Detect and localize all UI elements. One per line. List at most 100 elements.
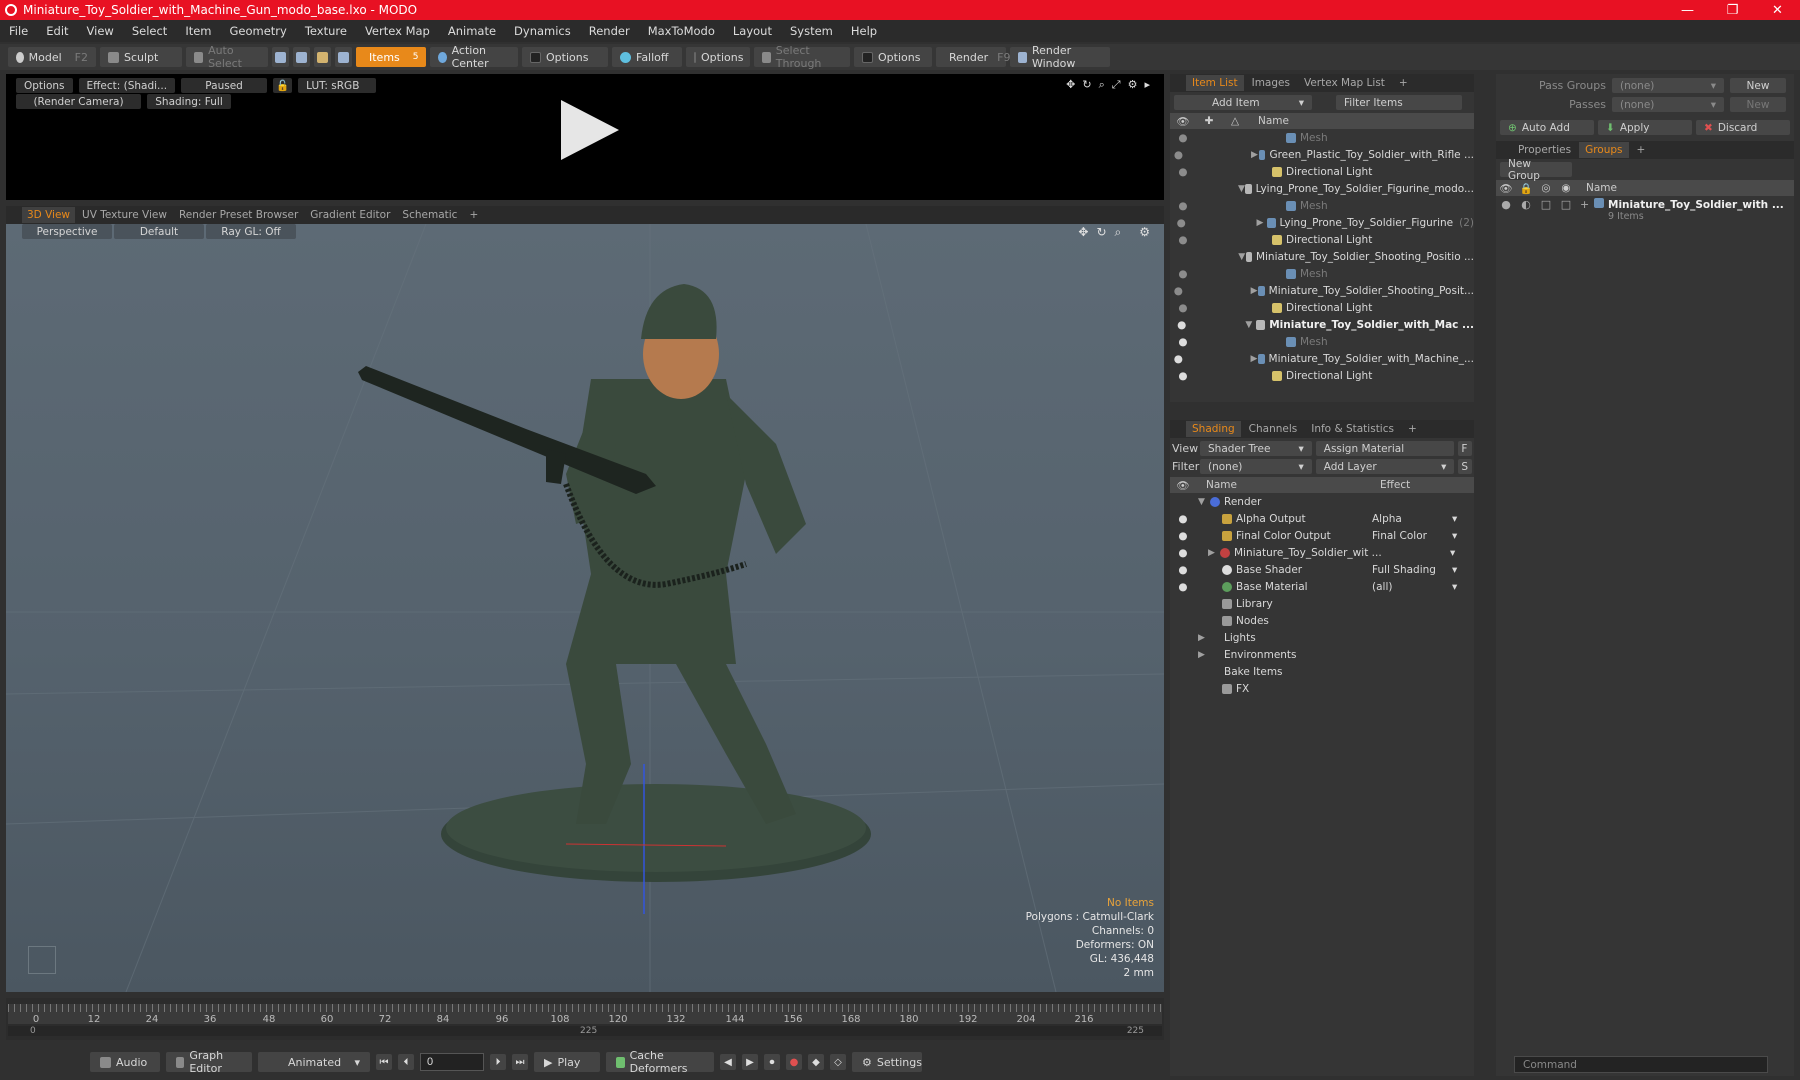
rotate-icon[interactable]: ↻ <box>1082 78 1091 92</box>
tab-shading[interactable]: Shading <box>1186 421 1241 437</box>
tab-uv-texture-view[interactable]: UV Texture View <box>77 207 172 223</box>
assign-material-button[interactable]: Assign Material <box>1315 441 1455 456</box>
timeline-ruler[interactable]: 0 12 24 36 48 60 72 84 96 108 120 132 14… <box>8 1004 1162 1025</box>
list-item[interactable]: ● ▶ Green_Plastic_Toy_Soldier_with_Rifle .… <box>1170 146 1474 163</box>
select-polygons-button[interactable] <box>314 47 331 67</box>
filter-dropdown[interactable]: (none) ▾ <box>1200 459 1312 474</box>
collapse-arrow-icon[interactable]: ▼ <box>1198 497 1210 507</box>
chevron-down-icon[interactable]: ▾ <box>1452 564 1457 576</box>
tab-channels[interactable]: Channels <box>1243 421 1304 437</box>
play-icon[interactable] <box>561 100 619 160</box>
menu-edit[interactable]: Edit <box>37 24 77 38</box>
shader-row[interactable]: ● ▶ Miniature_Toy_Soldier_wit ... ▾ <box>1170 544 1474 561</box>
auto-add-button[interactable]: ⊕ Auto Add <box>1500 120 1594 135</box>
menu-system[interactable]: System <box>781 24 842 38</box>
shader-row[interactable]: ● Final Color Output Final Color ▾ <box>1170 527 1474 544</box>
select-vertices-button[interactable] <box>272 47 289 67</box>
eye-icon[interactable]: ● <box>1170 200 1196 212</box>
lock-toggle-icon[interactable]: ◐ <box>1516 198 1536 211</box>
eye-icon[interactable]: ● <box>1170 564 1196 576</box>
cache-deformers-button[interactable]: Cache Deformers <box>606 1049 714 1075</box>
gear-icon[interactable]: ⚙ <box>1139 225 1150 240</box>
expand-arrow-icon[interactable]: ▶ <box>1208 548 1220 558</box>
render-button[interactable]: Render F9 <box>936 47 1011 67</box>
key-next-icon[interactable]: ▶ <box>742 1054 758 1070</box>
rotate-icon[interactable]: ↻ <box>1096 225 1106 240</box>
shader-row[interactable]: FX <box>1170 680 1474 697</box>
collapse-arrow-icon[interactable]: ▼ <box>1238 184 1245 194</box>
select-toggle-icon[interactable]: □ <box>1556 198 1576 211</box>
items-button[interactable]: Items 5 <box>356 47 426 67</box>
menu-animate[interactable]: Animate <box>439 24 505 38</box>
minimize-icon[interactable]: — <box>1665 3 1710 18</box>
new-group-button[interactable]: New Group <box>1500 158 1572 182</box>
shader-row[interactable]: Library <box>1170 595 1474 612</box>
go-to-start-icon[interactable]: ⏮ <box>376 1054 392 1070</box>
menu-select[interactable]: Select <box>123 24 176 38</box>
tab-add[interactable]: + <box>1393 75 1414 91</box>
expand-plus-icon[interactable]: + <box>1580 198 1594 211</box>
eye-icon[interactable]: ● <box>1170 268 1196 280</box>
add-layer-dropdown[interactable]: Add Layer ▾ <box>1315 459 1455 474</box>
list-item[interactable]: ● Mesh <box>1170 333 1474 350</box>
eye-icon[interactable]: ● <box>1170 353 1187 365</box>
tab-item-list[interactable]: Item List <box>1186 75 1244 91</box>
menu-file[interactable]: File <box>0 24 37 38</box>
list-item[interactable]: ● ▶ Miniature_Toy_Soldier_Shooting_Posit..… <box>1170 282 1474 299</box>
move-icon[interactable]: ✥ <box>1066 78 1075 92</box>
eye-icon[interactable]: ● <box>1170 547 1196 559</box>
menu-vertex-map[interactable]: Vertex Map <box>356 24 439 38</box>
perspective-dropdown[interactable]: Perspective <box>22 224 112 239</box>
view-dropdown[interactable]: Shader Tree ▾ <box>1200 441 1312 456</box>
expand-arrow-icon[interactable]: ▶ <box>1198 633 1210 643</box>
close-icon[interactable]: ✕ <box>1755 3 1800 18</box>
list-item[interactable]: ● Directional Light <box>1170 163 1474 180</box>
frame-input[interactable] <box>420 1053 484 1071</box>
record-icon[interactable]: ⏺ <box>764 1054 780 1070</box>
timeline[interactable]: 0 12 24 36 48 60 72 84 96 108 120 132 14… <box>6 998 1164 1040</box>
menu-render[interactable]: Render <box>580 24 639 38</box>
select-materials-button[interactable] <box>335 47 352 67</box>
tab-add[interactable]: + <box>464 207 483 223</box>
zoom-icon[interactable]: ⌕ <box>1099 78 1105 92</box>
expand-arrow-icon[interactable]: ▶ <box>1251 286 1259 296</box>
list-item[interactable]: ▼ Miniature_Toy_Soldier_Shooting_Positio … <box>1170 248 1474 265</box>
tab-info-statistics[interactable]: Info & Statistics <box>1305 421 1400 437</box>
key-add-icon[interactable]: ◆ <box>808 1054 824 1070</box>
falloff-button[interactable]: Falloff <box>612 47 682 67</box>
3d-viewport[interactable]: Perspective Default Ray GL: Off ✥ ↻ ⌕ ⚙ … <box>6 224 1164 992</box>
apply-button[interactable]: ⬇ Apply <box>1598 120 1692 135</box>
chevron-down-icon[interactable]: ▾ <box>1452 513 1457 525</box>
list-item[interactable]: ● Mesh <box>1170 197 1474 214</box>
timeline-range-bar[interactable]: 0 225 225 <box>8 1026 1162 1036</box>
collapse-arrow-icon[interactable]: ▼ <box>1245 320 1256 330</box>
eye-icon[interactable]: ● <box>1170 302 1196 314</box>
eye-icon[interactable]: ● <box>1170 166 1196 178</box>
shader-row[interactable]: ▶ Environments <box>1170 646 1474 663</box>
expand-arrow-icon[interactable]: ▶ <box>1251 354 1259 364</box>
select-through-button[interactable]: Select Through <box>754 44 850 70</box>
list-item[interactable]: ● Directional Light <box>1170 231 1474 248</box>
list-item[interactable]: ● ▶ Miniature_Toy_Soldier_with_Machine_... <box>1170 350 1474 367</box>
tab-images[interactable]: Images <box>1246 75 1296 91</box>
render-toggle-icon[interactable]: □ <box>1536 198 1556 211</box>
tab-3d-view[interactable]: 3D View <box>22 207 76 223</box>
preview-lock-icon[interactable]: 🔓 <box>273 78 293 93</box>
shader-row[interactable]: ● Alpha Output Alpha ▾ <box>1170 510 1474 527</box>
list-item[interactable]: ▼ Lying_Prone_Toy_Soldier_Figurine_modo..… <box>1170 180 1474 197</box>
list-item[interactable]: ● Mesh <box>1170 129 1474 146</box>
chevron-down-icon[interactable]: ▾ <box>1452 581 1457 593</box>
animated-dropdown[interactable]: Animated ▾ <box>258 1052 370 1072</box>
expand-arrow-icon[interactable]: ▶ <box>1198 650 1210 660</box>
discard-button[interactable]: ✖ Discard <box>1696 120 1790 135</box>
eye-icon[interactable]: ● <box>1170 530 1196 542</box>
gear-icon[interactable]: ⚙ <box>1128 78 1138 92</box>
render-window-button[interactable]: Render Window <box>1010 44 1110 70</box>
action-center-button[interactable]: Action Center <box>430 44 518 70</box>
next-frame-icon[interactable]: ⏵ <box>490 1054 506 1070</box>
expand-arrow-icon[interactable]: ▶ <box>1256 218 1266 228</box>
menu-maxtomodo[interactable]: MaxToModo <box>639 24 724 38</box>
eye-icon[interactable]: ● <box>1170 285 1187 297</box>
options-button-1[interactable]: Options <box>522 47 608 67</box>
preview-effect-dropdown[interactable]: Effect: (Shadi... <box>78 78 176 93</box>
